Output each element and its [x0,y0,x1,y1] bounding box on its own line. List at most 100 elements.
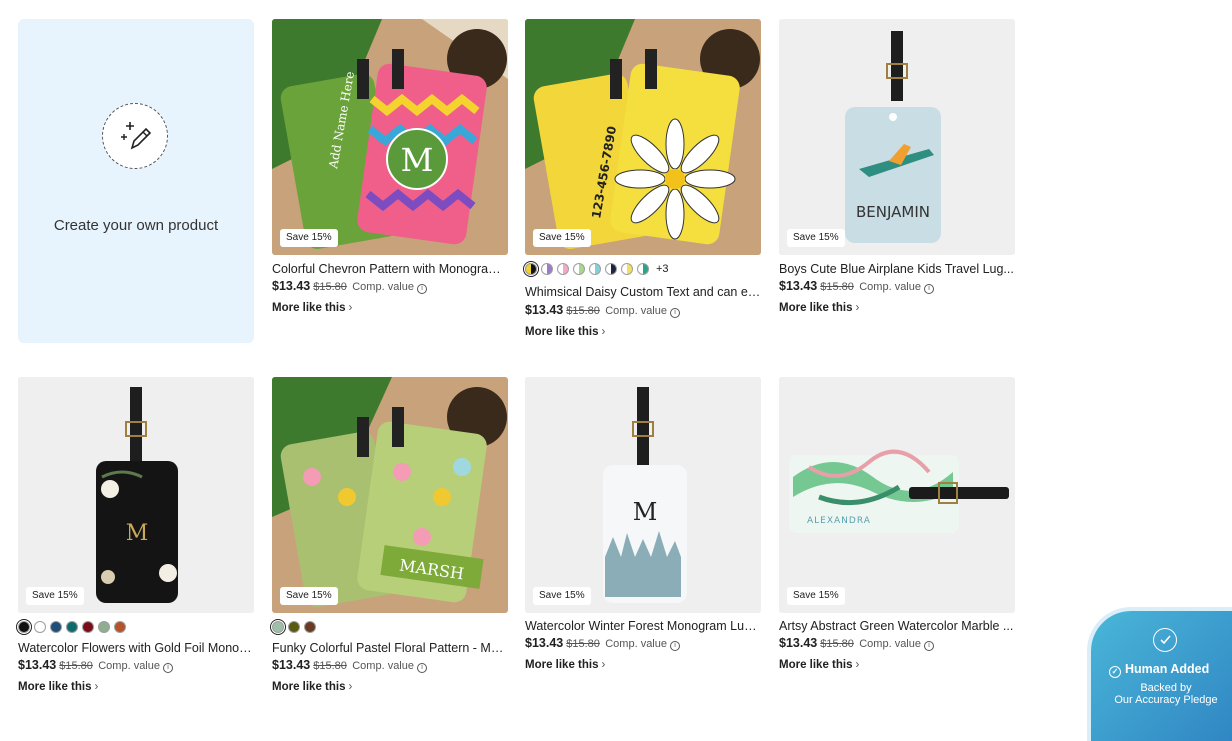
more-like-this-link[interactable]: More like this › [272,679,352,695]
info-icon[interactable]: i [163,663,173,673]
color-swatches [18,620,130,634]
price-row: $13.43 $15.80 Comp. value i [779,635,934,652]
save-badge: Save 15% [280,587,338,605]
product-title[interactable]: Artsy Abstract Green Watercolor Marble .… [779,618,1015,634]
chevron-right-icon: › [601,659,606,671]
current-price: $13.43 [272,658,311,672]
save-badge: Save 15% [26,587,84,605]
save-badge: Save 15% [533,587,591,605]
swatch-green[interactable] [573,263,585,275]
price-row: $13.43 $15.80 Comp. value i [525,635,680,652]
more-like-this-link[interactable]: More like this › [525,657,605,673]
swatch-white[interactable] [34,621,46,633]
info-icon[interactable]: i [417,663,427,673]
product-title[interactable]: Funky Colorful Pastel Floral Pattern - M… [272,640,508,656]
chevron-right-icon: › [855,302,860,314]
tag-name: ALEXANDRA [807,516,871,526]
info-icon[interactable]: i [924,284,934,294]
swatch-mint[interactable] [272,621,284,633]
accuracy-pledge-badge[interactable]: ✓ Human Added Backed by Our Accuracy Pled… [1091,611,1232,741]
more-like-this-link[interactable]: More like this › [272,300,352,316]
price-row: $13.43 $15.80 Comp. value i [272,657,427,674]
comp-value-label: Comp. value [605,305,667,317]
original-price: $15.80 [820,638,854,650]
product-image[interactable]: M Save 15% [18,377,254,613]
swatch-navy[interactable] [50,621,62,633]
price-row: $13.43 $15.80 Comp. value i [272,278,427,295]
current-price: $13.43 [18,658,57,672]
swatch-burgundy[interactable] [82,621,94,633]
chevron-right-icon: › [855,659,860,671]
info-icon[interactable]: i [417,284,427,294]
swatch-rust[interactable] [114,621,126,633]
check-circle-icon: ✓ [1109,666,1121,678]
comp-value-label: Comp. value [98,660,160,672]
create-your-own-product-card[interactable]: Create your own product [18,19,254,343]
swatch-teal[interactable] [66,621,78,633]
save-badge: Save 15% [787,229,845,247]
product-title[interactable]: Whimsical Daisy Custom Text and can ed..… [525,284,761,300]
info-icon[interactable]: i [670,641,680,651]
comp-value-label: Comp. value [859,638,921,650]
product-image[interactable]: M Save 15% [525,377,761,613]
swatch-navy[interactable] [605,263,617,275]
info-icon[interactable]: i [670,308,680,318]
swatch-aqua[interactable] [589,263,601,275]
more-like-this-link[interactable]: More like this › [779,300,859,316]
product-title[interactable]: Watercolor Winter Forest Monogram Lug... [525,618,761,634]
comp-value-label: Comp. value [859,281,921,293]
save-badge: Save 15% [280,229,338,247]
shield-check-icon [1153,628,1177,652]
product-title[interactable]: Watercolor Flowers with Gold Foil Monog.… [18,640,254,656]
original-price: $15.80 [566,305,600,317]
create-label: Create your own product [53,217,219,234]
price-row: $13.43 $15.80 Comp. value i [18,657,173,674]
current-price: $13.43 [525,636,564,650]
tag-monogram: M [401,141,434,179]
swatch-black[interactable] [18,621,30,633]
tag-monogram: M [126,521,149,546]
original-price: $15.80 [59,660,93,672]
current-price: $13.43 [779,279,818,293]
more-like-this-link[interactable]: More like this › [18,679,98,695]
price-row: $13.43 $15.80 Comp. value i [779,278,934,295]
chevron-right-icon: › [348,302,353,314]
swatch-brown[interactable] [304,621,316,633]
comp-value-label: Comp. value [352,281,414,293]
more-like-this-link[interactable]: More like this › [779,657,859,673]
pledge-title: ✓ Human Added [1109,662,1209,678]
swatch-sage[interactable] [98,621,110,633]
swatch-lemon[interactable] [621,263,633,275]
more-like-this-link[interactable]: More like this › [525,324,605,340]
pledge-subtitle: Backed by Our Accuracy Pledge [1114,682,1218,706]
comp-value-label: Comp. value [605,638,667,650]
tag-name: BENJAMIN [856,203,930,221]
color-swatches: +3 [525,262,669,276]
current-price: $13.43 [272,279,311,293]
swatch-purple[interactable] [541,263,553,275]
product-image[interactable]: MARSH Save 15% [272,377,508,613]
save-badge: Save 15% [787,587,845,605]
product-title[interactable]: Colorful Chevron Pattern with Monogram..… [272,261,508,277]
original-price: $15.80 [313,281,347,293]
comp-value-label: Comp. value [352,660,414,672]
info-icon[interactable]: i [924,641,934,651]
swatch-pink[interactable] [557,263,569,275]
swatch-teal[interactable] [637,263,649,275]
more-colors-count[interactable]: +3 [656,263,669,275]
current-price: $13.43 [525,303,564,317]
product-image[interactable]: 123-456-7890 Save 15% [525,19,761,255]
product-title[interactable]: Boys Cute Blue Airplane Kids Travel Lug.… [779,261,1015,277]
swatch-yellow-black[interactable] [525,263,537,275]
original-price: $15.80 [820,281,854,293]
original-price: $15.80 [566,638,600,650]
tag-monogram: M [633,498,658,526]
create-circle [102,103,168,169]
swatch-olive[interactable] [288,621,300,633]
save-badge: Save 15% [533,229,591,247]
chevron-right-icon: › [601,326,606,338]
product-image[interactable]: BENJAMIN Save 15% [779,19,1015,255]
product-image[interactable]: ALEXANDRA Save 15% [779,377,1015,613]
product-image[interactable]: M Add Name Here Save 15% [272,19,508,255]
price-row: $13.43 $15.80 Comp. value i [525,302,680,319]
